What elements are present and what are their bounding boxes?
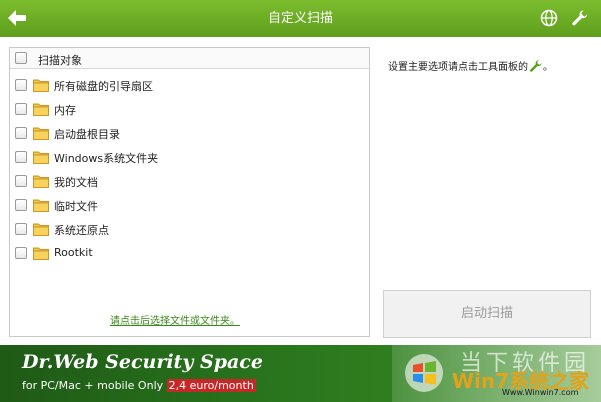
checkbox[interactable]	[15, 223, 27, 235]
start-scan-button[interactable]: 启动扫描	[383, 290, 591, 338]
scan-target-restore-points[interactable]: 系统还原点	[10, 218, 369, 240]
scan-target-label: 内存	[54, 104, 76, 117]
watermark: 当下软件园 Win7系统之家 Www.Winwin7.com	[392, 345, 601, 402]
folder-icon	[33, 221, 49, 236]
settings-hint-text: 设置主要选项请点击工具面板的	[388, 62, 528, 73]
wrench-icon[interactable]	[529, 59, 543, 73]
checkbox[interactable]	[15, 79, 27, 91]
select-files-link[interactable]: 请点击后选择文件或文件夹。	[110, 312, 240, 327]
window-title: 自定义扫描	[267, 11, 333, 26]
folder-icon	[33, 245, 49, 260]
checkbox[interactable]	[15, 127, 27, 139]
checkbox[interactable]	[15, 199, 27, 211]
scan-targets-label: 扫描对象	[38, 54, 82, 67]
scan-target-label: 临时文件	[54, 200, 98, 213]
scan-targets-header: 扫描对象	[10, 48, 369, 69]
settings-hint-end: 。	[543, 62, 553, 73]
folder-icon	[33, 77, 49, 92]
select-all-checkbox[interactable]	[15, 52, 27, 64]
scan-target-memory[interactable]: 内存	[10, 98, 369, 120]
scan-target-label: 系统还原点	[54, 224, 109, 237]
checkbox[interactable]	[15, 151, 27, 163]
scan-target-my-documents[interactable]: 我的文档	[10, 170, 369, 192]
windows-logo-icon	[404, 353, 444, 393]
folder-icon	[33, 101, 49, 116]
scan-targets-panel: 扫描对象 所有磁盘的引导扇区 内存 启动盘根目录 Windows系统文件夹 我的…	[9, 47, 370, 337]
scan-target-label: 所有磁盘的引导扇区	[54, 80, 153, 93]
checkbox[interactable]	[15, 247, 27, 259]
folder-icon	[33, 173, 49, 188]
title-bar: 自定义扫描	[0, 0, 601, 37]
scan-target-boot-sectors[interactable]: 所有磁盘的引导扇区	[10, 74, 369, 96]
banner-subtitle-text: for PC/Mac + mobile Only	[22, 379, 167, 392]
globe-icon[interactable]	[540, 9, 558, 27]
settings-hint: 设置主要选项请点击工具面板的 。	[388, 58, 553, 73]
checkbox[interactable]	[15, 103, 27, 115]
checkbox[interactable]	[15, 175, 27, 187]
ad-banner[interactable]: Dr.Web Security Space for PC/Mac + mobil…	[0, 345, 601, 402]
scan-target-rootkit[interactable]: Rootkit	[10, 242, 369, 264]
banner-title[interactable]: Dr.Web Security Space	[22, 351, 263, 373]
folder-icon	[33, 125, 49, 140]
scan-target-boot-root[interactable]: 启动盘根目录	[10, 122, 369, 144]
scan-target-windows-folder[interactable]: Windows系统文件夹	[10, 146, 369, 168]
scan-target-temp-files[interactable]: 临时文件	[10, 194, 369, 216]
folder-icon	[33, 149, 49, 164]
folder-icon	[33, 197, 49, 212]
scan-target-label: 我的文档	[54, 176, 98, 189]
price-badge: 2,4 euro/month	[166, 379, 256, 392]
scan-target-label: 启动盘根目录	[54, 128, 120, 141]
wrench-icon[interactable]	[571, 9, 589, 27]
scan-target-label: Windows系统文件夹	[54, 152, 159, 165]
scan-target-label: Rootkit	[54, 246, 93, 259]
watermark-url: Www.Winwin7.com	[502, 388, 579, 397]
banner-subtitle: for PC/Mac + mobile Only 2,4 euro/month	[22, 379, 256, 392]
